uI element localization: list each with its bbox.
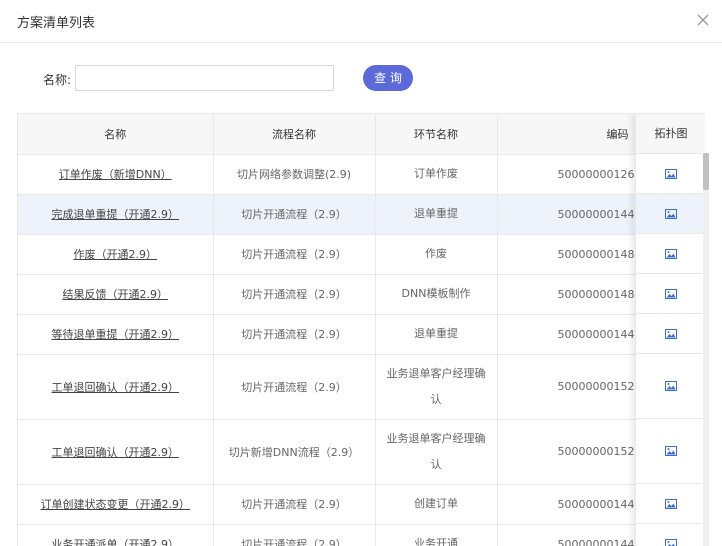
scheme-table: 名称 流程名称 环节名称 编码 订单作废（新增DNN） 切片网络参数调整(2.9… bbox=[17, 113, 705, 546]
code-cell: 50000000152 bbox=[497, 419, 636, 485]
scheme-name-link[interactable]: 订单创建状态变更（开通2.9） bbox=[41, 498, 191, 511]
step-name-cell: 创建订单 bbox=[375, 484, 498, 525]
flow-name-cell: 切片开通流程（2.9） bbox=[213, 314, 376, 355]
step-name-cell: 订单作废 bbox=[375, 154, 498, 195]
topology-cell bbox=[636, 194, 705, 234]
vertical-scrollbar[interactable] bbox=[703, 153, 709, 546]
flow-name-cell: 切片开通流程（2.9） bbox=[213, 524, 376, 546]
flow-name-cell: 切片新增DNN流程（2.9） bbox=[213, 419, 376, 485]
flow-name-cell: 切片开通流程（2.9） bbox=[213, 484, 376, 525]
column-header-step[interactable]: 环节名称 bbox=[375, 114, 498, 155]
flow-name-cell: 切片网络参数调整(2.9) bbox=[213, 154, 376, 195]
topology-cell bbox=[636, 484, 705, 524]
scheme-name-link[interactable]: 业务开通派单（开通2.9） bbox=[52, 538, 180, 546]
image-icon[interactable] bbox=[665, 538, 677, 546]
scheme-name-link[interactable]: 作废（开通2.9） bbox=[74, 248, 158, 261]
column-header-name[interactable]: 名称 bbox=[18, 114, 214, 155]
flow-name-cell: 切片开通流程（2.9） bbox=[213, 234, 376, 275]
column-header-flow[interactable]: 流程名称 bbox=[213, 114, 376, 155]
flow-name-cell: 切片开通流程（2.9） bbox=[213, 194, 376, 235]
step-name-cell: 业务退单客户经理确认 bbox=[375, 354, 498, 420]
image-icon[interactable] bbox=[665, 498, 677, 509]
image-icon[interactable] bbox=[665, 208, 677, 219]
code-cell: 50000000144 bbox=[497, 314, 636, 355]
topology-cell bbox=[636, 314, 705, 354]
close-icon[interactable] bbox=[694, 11, 712, 29]
step-name-cell: 业务退单客户经理确认 bbox=[375, 419, 498, 485]
step-name-cell: 退单重提 bbox=[375, 194, 498, 235]
step-name-cell: 业务开通 bbox=[375, 524, 498, 546]
dialog-title: 方案清单列表 bbox=[17, 16, 96, 31]
scheme-name-link[interactable]: 工单退回确认（开通2.9） bbox=[52, 446, 180, 459]
table-header-row: 名称 流程名称 环节名称 编码 bbox=[18, 114, 705, 155]
dialog-header: 方案清单列表 bbox=[0, 0, 722, 43]
table-row[interactable]: 结果反馈（开通2.9） 切片开通流程（2.9） DNN模板制作 50000000… bbox=[18, 274, 705, 315]
scheme-name-link[interactable]: 等待退单重提（开通2.9） bbox=[52, 328, 180, 341]
image-icon[interactable] bbox=[665, 381, 677, 391]
scrollbar-thumb[interactable] bbox=[703, 153, 709, 190]
query-button[interactable]: 查 询 bbox=[363, 65, 413, 91]
search-bar: 名称: 查 询 bbox=[0, 64, 722, 92]
topology-cell bbox=[636, 274, 705, 314]
image-icon[interactable] bbox=[665, 288, 677, 299]
code-cell: 50000000148 bbox=[497, 274, 636, 315]
code-cell: 50000000126 bbox=[497, 154, 636, 195]
image-icon[interactable] bbox=[665, 168, 677, 179]
table-row[interactable]: 业务开通派单（开通2.9） 切片开通流程（2.9） 业务开通 500000001… bbox=[18, 524, 705, 546]
code-cell: 50000000152 bbox=[497, 354, 636, 420]
topology-column: 拓扑图 bbox=[635, 114, 705, 546]
table-row[interactable]: 工单退回确认（开通2.9） 切片新增DNN流程（2.9） 业务退单客户经理确认 … bbox=[18, 419, 705, 485]
table-row[interactable]: 作废（开通2.9） 切片开通流程（2.9） 作废 50000000148 bbox=[18, 234, 705, 275]
code-cell: 50000000148 bbox=[497, 234, 636, 275]
table-row-selected[interactable]: 完成退单重提（开通2.9） 切片开通流程（2.9） 退单重提 500000001… bbox=[18, 194, 705, 235]
column-header-code[interactable]: 编码 bbox=[497, 114, 636, 155]
step-name-cell: 作废 bbox=[375, 234, 498, 275]
topology-cell bbox=[636, 234, 705, 274]
step-name-cell: DNN模板制作 bbox=[375, 274, 498, 315]
code-cell: 50000000144 bbox=[497, 484, 636, 525]
topology-cell bbox=[636, 419, 705, 484]
table-row[interactable]: 工单退回确认（开通2.9） 切片开通流程（2.9） 业务退单客户经理确认 500… bbox=[18, 354, 705, 420]
scheme-table-body: 名称 流程名称 环节名称 编码 订单作废（新增DNN） 切片网络参数调整(2.9… bbox=[18, 114, 705, 546]
topology-cell bbox=[636, 524, 705, 546]
code-cell: 50000000144 bbox=[497, 194, 636, 235]
image-icon[interactable] bbox=[665, 446, 677, 456]
step-name-cell: 退单重提 bbox=[375, 314, 498, 355]
flow-name-cell: 切片开通流程（2.9） bbox=[213, 274, 376, 315]
search-label: 名称: bbox=[43, 73, 72, 87]
scheme-name-link[interactable]: 工单退回确认（开通2.9） bbox=[52, 381, 180, 394]
topology-cell bbox=[636, 154, 705, 194]
flow-name-cell: 切片开通流程（2.9） bbox=[213, 354, 376, 420]
scheme-name-link[interactable]: 完成退单重提（开通2.9） bbox=[52, 208, 180, 221]
column-header-topology-label: 拓扑图 bbox=[636, 114, 705, 154]
topology-cell bbox=[636, 354, 705, 419]
scheme-name-link[interactable]: 订单作废（新增DNN） bbox=[59, 168, 172, 181]
table-row[interactable]: 等待退单重提（开通2.9） 切片开通流程（2.9） 退单重提 500000001… bbox=[18, 314, 705, 355]
image-icon[interactable] bbox=[665, 248, 677, 259]
code-cell: 50000000144 bbox=[497, 524, 636, 546]
image-icon[interactable] bbox=[665, 328, 677, 339]
scheme-name-link[interactable]: 结果反馈（开通2.9） bbox=[63, 288, 169, 301]
table-row[interactable]: 订单创建状态变更（开通2.9） 切片开通流程（2.9） 创建订单 5000000… bbox=[18, 484, 705, 525]
table-row[interactable]: 订单作废（新增DNN） 切片网络参数调整(2.9) 订单作废 500000001… bbox=[18, 154, 705, 195]
name-search-input[interactable] bbox=[75, 65, 334, 91]
